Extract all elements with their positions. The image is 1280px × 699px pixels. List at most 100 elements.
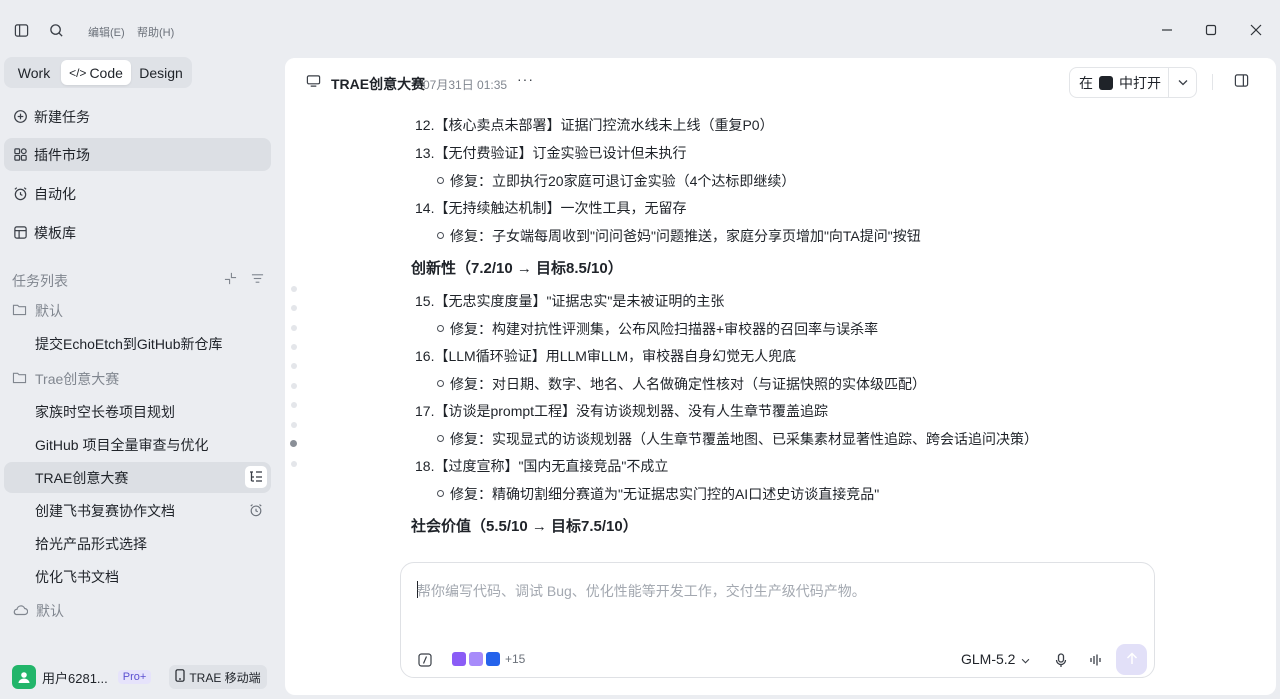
task-item[interactable]: 提交EchoEtch到GitHub新仓库 [4, 328, 271, 359]
section-heading: 社会价值（5.5/10 → 目标7.5/10） [411, 518, 638, 535]
group-trae-contest-label: Trae创意大赛 [35, 371, 120, 387]
scroll-dot[interactable] [291, 422, 297, 428]
task-item[interactable]: GitHub 项目全量审查与优化 [4, 429, 271, 460]
nav-template-library[interactable]: 模板库 [4, 216, 271, 249]
task-item[interactable]: 家族时空长卷项目规划 [4, 396, 271, 427]
filter-icon[interactable] [251, 272, 264, 288]
scroll-dot[interactable] [291, 402, 297, 408]
slash-command-icon[interactable] [418, 653, 432, 667]
list-item: 17.【访谈是prompt工程】没有访谈规划器、没有人生章节覆盖追踪 [415, 403, 829, 419]
fix-item-text: 修复：构建对抗性评测集，公布风险扫描器+审校器的召回率与误杀率 [450, 321, 879, 337]
scroll-dot[interactable] [291, 363, 297, 369]
chevron-down-icon [1021, 651, 1030, 667]
scroll-dot[interactable] [291, 383, 297, 389]
fix-item: 修复：实现显式的访谈规划器（人生章节覆盖地图、已采集素材显著性追踪、跨会话追问决… [437, 429, 1038, 449]
open-in-terminal-button[interactable]: 在 中打开 [1069, 67, 1197, 98]
scroll-dot[interactable] [291, 461, 297, 467]
user-name: 用户6281... [42, 670, 108, 686]
trae-mobile-label: TRAE 移动端 [189, 670, 261, 685]
scroll-dot[interactable] [291, 344, 297, 350]
menu-help[interactable]: 帮助(H) [137, 24, 174, 40]
nav-template-library-label: 模板库 [34, 224, 76, 241]
trae-mobile-button[interactable]: TRAE 移动端 [169, 665, 267, 689]
list-item: 13.【无付费验证】订金实验已设计但未执行 [415, 145, 687, 161]
list-item: 15.【无忠实度度量】"证据忠实"是未被证明的主张 [415, 293, 725, 309]
group-default[interactable]: 默认 [12, 300, 63, 322]
collapse-icon[interactable] [224, 272, 237, 288]
message-content: 12.【核心卖点未部署】证据门控流水线未上线（重复P0） 13.【无付费验证】订… [285, 106, 1276, 556]
send-button[interactable] [1116, 644, 1147, 675]
chevron-down-icon[interactable] [1168, 68, 1196, 97]
list-item: 12.【核心卖点未部署】证据门控流水线未上线（重复P0） [415, 117, 774, 133]
nav-plugin-market-label: 插件市场 [34, 146, 90, 163]
side-panel-toggle-icon[interactable] [1234, 73, 1249, 91]
minimize-icon[interactable] [1155, 18, 1179, 42]
microphone-icon[interactable] [1055, 653, 1067, 668]
task-item-label: GitHub 项目全量审查与优化 [35, 436, 209, 453]
template-icon [12, 225, 28, 241]
mode-work-button[interactable]: Work [8, 60, 60, 85]
more-options-button[interactable]: ··· [517, 71, 534, 87]
alarm-clock-icon [245, 499, 267, 521]
mode-switch: Work </> Code Design [4, 57, 192, 88]
scroll-dot[interactable] [291, 305, 297, 311]
task-item[interactable]: 拾光产品形式选择 [4, 528, 271, 559]
chat-input-box[interactable]: 帮你编写代码、调试 Bug、优化性能等开发工作，交付生产级代码产物。 +15 G… [400, 562, 1155, 678]
scroll-dot[interactable] [291, 325, 297, 331]
model-selector[interactable]: GLM-5.2 [961, 651, 1030, 667]
video-app-icon [452, 652, 466, 666]
user-profile[interactable]: 用户6281... Pro+ [12, 665, 152, 689]
task-item[interactable]: 优化飞书文档 [4, 561, 271, 592]
feishu-app-icon [486, 652, 500, 666]
group-cloud-default[interactable]: 默认 [12, 600, 64, 622]
task-item-label: 创建飞书复赛协作文档 [35, 502, 175, 519]
menu-edit[interactable]: 编辑(E) [88, 24, 125, 40]
pro-badge: Pro+ [117, 670, 152, 684]
fix-item: 修复：精确切割细分赛道为"无证据忠实门控的AI口述史访谈直接竞品" [437, 484, 879, 504]
folder-icon [12, 371, 27, 387]
task-item-label: TRAE创意大赛 [35, 469, 129, 486]
group-trae-contest[interactable]: Trae创意大赛 [12, 368, 119, 390]
task-item-label: 提交EchoEtch到GitHub新仓库 [35, 335, 223, 352]
nav-automation-label: 自动化 [34, 185, 76, 202]
list-item: 16.【LLM循环验证】用LLM审LLM，审校器自身幻觉无人兜底 [415, 348, 797, 364]
task-outline-icon[interactable] [245, 466, 267, 488]
nav-automation[interactable]: 自动化 [4, 177, 271, 210]
task-list-title: 任务列表 [12, 273, 68, 289]
fix-item-text: 修复：实现显式的访谈规划器（人生章节覆盖地图、已采集素材显著性追踪、跨会话追问决… [450, 431, 1038, 447]
search-icon[interactable] [46, 20, 66, 40]
image-app-icon [469, 652, 483, 666]
mode-design-button[interactable]: Design [133, 60, 189, 85]
scroll-dot-active[interactable] [290, 440, 297, 447]
phone-icon [175, 669, 185, 685]
chat-title: TRAE创意大赛 [331, 76, 426, 92]
fix-item: 修复：立即执行20家庭可退订金实验（4个达标即继续） [437, 171, 795, 191]
task-item-label: 拾光产品形式选择 [35, 535, 147, 552]
nav-new-task[interactable]: 新建任务 [4, 100, 271, 133]
section-heading: 创新性（7.2/10 → 目标8.5/10） [411, 260, 623, 277]
close-icon[interactable] [1244, 18, 1268, 42]
group-cloud-default-label: 默认 [36, 603, 64, 619]
code-brackets-icon: </> [69, 65, 87, 80]
fix-item: 修复：对日期、数字、地名、人名做确定性核对（与证据快照的实体级匹配） [437, 374, 926, 394]
cloud-icon [12, 603, 29, 619]
app-integrations[interactable]: +15 [452, 652, 525, 666]
task-item[interactable]: 创建飞书复赛协作文档 [4, 495, 271, 526]
chat-input-placeholder[interactable]: 帮你编写代码、调试 Bug、优化性能等开发工作，交付生产级代码产物。 [417, 581, 866, 601]
plus-circle-icon [12, 109, 28, 125]
fix-item-text: 修复：精确切割细分赛道为"无证据忠实门控的AI口述史访谈直接竞品" [450, 486, 880, 502]
folder-icon [12, 303, 27, 319]
voice-wave-icon[interactable] [1089, 653, 1103, 667]
scroll-dot[interactable] [291, 286, 297, 292]
fix-item: 修复：构建对抗性评测集，公布风险扫描器+审校器的召回率与误杀率 [437, 319, 878, 339]
sidebar-toggle-icon[interactable] [11, 20, 31, 40]
fix-item: 修复：子女端每周收到"问问爸妈"问题推送，家庭分享页增加"向TA提问"按钮 [437, 226, 921, 246]
maximize-icon[interactable] [1199, 18, 1223, 42]
nav-plugin-market[interactable]: 插件市场 [4, 138, 271, 171]
mode-code-button[interactable]: </> Code [61, 60, 131, 85]
task-item-active[interactable]: TRAE创意大赛 [4, 462, 271, 493]
fix-item-text: 修复：子女端每周收到"问问爸妈"问题推送，家庭分享页增加"向TA提问"按钮 [450, 228, 921, 244]
task-list-header: 任务列表 [12, 271, 270, 291]
terminal-icon [1099, 75, 1113, 90]
chat-date: 07月31日 01:35 [423, 78, 508, 92]
